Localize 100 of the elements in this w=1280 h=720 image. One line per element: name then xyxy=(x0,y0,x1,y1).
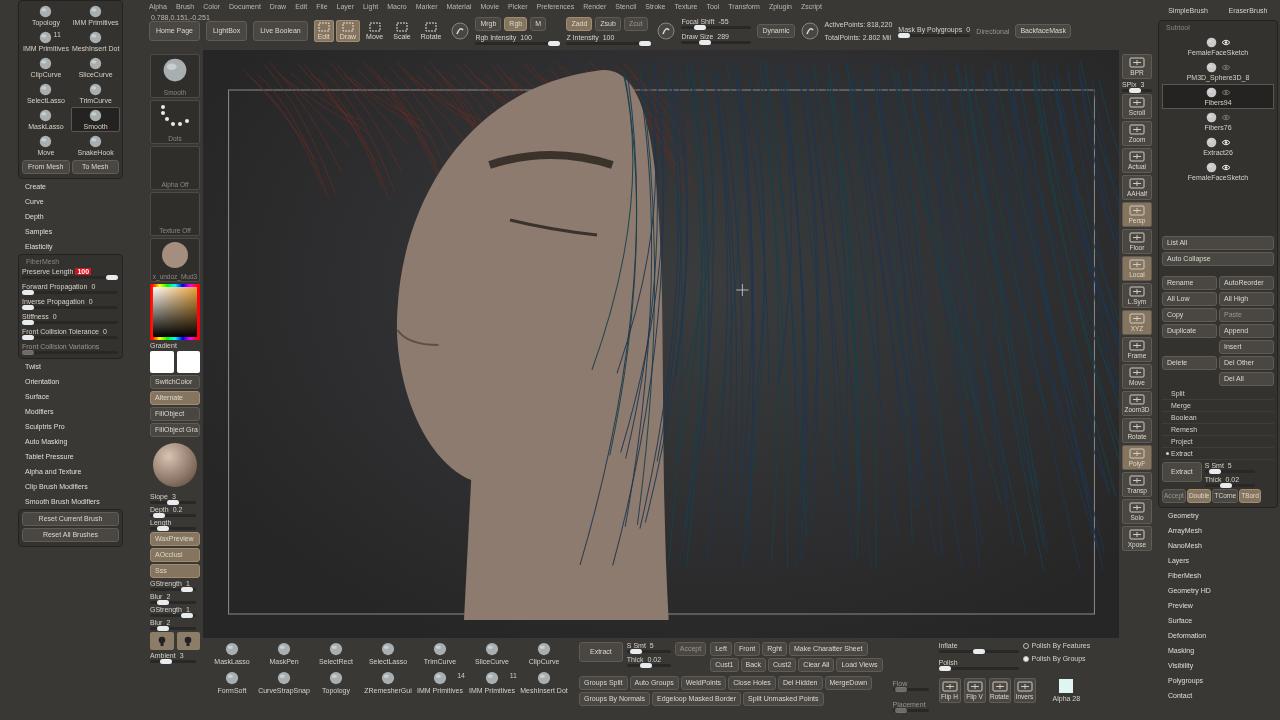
brush-blob-icon xyxy=(225,642,239,656)
slider-thumb[interactable] xyxy=(167,500,179,506)
brush-blob-icon xyxy=(1205,137,1217,148)
brush-blob-icon xyxy=(1205,62,1217,73)
transform-mode-icon xyxy=(368,22,381,32)
slider-thumb[interactable] xyxy=(630,649,642,654)
slider-thumb[interactable] xyxy=(938,666,951,671)
brush-blob-icon xyxy=(89,83,103,96)
brush-blob-icon xyxy=(1205,162,1217,173)
slider-thumb[interactable] xyxy=(156,526,169,532)
brush-blob-icon xyxy=(1205,112,1217,123)
viewport-tool-icon xyxy=(991,681,1008,692)
brush-blob-icon xyxy=(433,642,447,656)
transform-mode-icon xyxy=(317,22,330,32)
slider-track[interactable] xyxy=(150,627,196,631)
viewport-tool-icon xyxy=(1129,205,1145,216)
viewport-tool-icon xyxy=(1129,178,1145,189)
slider-thumb[interactable] xyxy=(22,290,34,296)
brush-blob-icon xyxy=(1205,87,1217,98)
crosshair-cursor-icon xyxy=(735,283,749,297)
slider-thumb[interactable] xyxy=(694,25,707,30)
color-picker[interactable] xyxy=(150,284,200,340)
brush-blob-icon xyxy=(39,135,53,148)
slider-thumb[interactable] xyxy=(22,320,34,326)
brush-blob-icon xyxy=(89,5,103,18)
brush-blob-icon xyxy=(39,83,53,96)
brush-blob-icon xyxy=(537,671,551,685)
slider-thumb[interactable] xyxy=(180,587,193,593)
transform-mode-icon xyxy=(396,22,408,32)
slider-thumb[interactable] xyxy=(898,32,911,38)
brush-blob-icon xyxy=(89,31,103,44)
viewport-tool-icon xyxy=(941,681,958,692)
viewport-tool-icon xyxy=(1129,313,1145,324)
light-bulb-icon xyxy=(184,635,193,647)
brush-blob-icon xyxy=(381,642,395,656)
viewport-canvas[interactable] xyxy=(203,50,1119,638)
focal-shift-icon xyxy=(657,22,676,40)
slider-thumb[interactable] xyxy=(153,513,166,519)
viewport-tool-icon xyxy=(1129,286,1145,297)
viewport-tool-icon xyxy=(1129,97,1145,108)
brush-blob-icon xyxy=(329,671,343,685)
slider-thumb[interactable] xyxy=(548,41,561,46)
option-checkbox[interactable] xyxy=(1022,655,1029,662)
draw-size-icon xyxy=(800,22,819,40)
material-ball-icon xyxy=(161,241,189,269)
viewport-tool-icon xyxy=(1016,681,1033,692)
viewport-tool-icon xyxy=(1129,259,1145,270)
viewport-tool-icon xyxy=(1129,340,1145,351)
slider-thumb[interactable] xyxy=(22,305,34,311)
slider-thumb[interactable] xyxy=(1220,483,1232,489)
slider-thumb[interactable] xyxy=(1208,469,1221,475)
viewport-tool-icon xyxy=(966,681,983,692)
brush-blob-icon xyxy=(381,671,395,685)
slider-thumb[interactable] xyxy=(180,613,193,619)
slider-thumb[interactable] xyxy=(639,41,652,46)
brush-blob-icon xyxy=(39,5,53,18)
brush-blob-icon xyxy=(485,642,499,656)
viewport-tool-icon xyxy=(1129,151,1145,162)
slider-thumb[interactable] xyxy=(698,40,711,45)
slider-track[interactable] xyxy=(892,688,929,691)
slider-track[interactable] xyxy=(892,709,929,712)
material-preview-sphere[interactable] xyxy=(153,443,197,488)
slider-track[interactable] xyxy=(150,527,196,531)
brush-blob-icon xyxy=(433,671,447,685)
alpha-swatch[interactable] xyxy=(1059,679,1074,693)
slider-thumb[interactable] xyxy=(156,626,169,632)
slider-track[interactable] xyxy=(22,276,118,280)
viewport-tool-icon xyxy=(1129,232,1145,243)
brush-blob-icon xyxy=(39,109,53,122)
viewport-tool-icon xyxy=(1129,421,1145,432)
slider-thumb[interactable] xyxy=(22,335,34,341)
viewport-tool-icon xyxy=(1129,448,1145,459)
color-swatch[interactable] xyxy=(176,351,200,373)
slider-thumb[interactable] xyxy=(156,600,169,606)
light-button[interactable] xyxy=(176,632,200,651)
viewport-tool-icon xyxy=(1129,124,1145,135)
viewport-tool-icon xyxy=(1129,394,1145,405)
slider-thumb[interactable] xyxy=(1129,88,1142,93)
light-button[interactable] xyxy=(150,632,174,651)
brush-blob-icon xyxy=(89,57,103,70)
brush-blob-icon xyxy=(277,671,291,685)
brush-blob-icon xyxy=(329,642,343,656)
brush-blob-icon xyxy=(162,57,188,83)
brush-blob-icon xyxy=(89,109,103,122)
brush-blob-icon xyxy=(39,31,53,44)
transform-mode-icon xyxy=(425,22,438,32)
viewport-tool-icon xyxy=(1129,57,1145,68)
brush-blob-icon xyxy=(485,671,499,685)
slider-thumb[interactable] xyxy=(106,275,118,281)
slider-track[interactable] xyxy=(1122,89,1152,92)
slider-track[interactable] xyxy=(1204,484,1255,488)
viewport-tool-icon xyxy=(1129,502,1145,513)
viewport-tool-icon xyxy=(1129,529,1145,540)
slider-thumb[interactable] xyxy=(160,659,173,665)
viewport-tool-icon xyxy=(1129,475,1145,486)
color-swatch[interactable] xyxy=(150,351,174,373)
slider-thumb[interactable] xyxy=(972,649,985,654)
brush-blob-icon xyxy=(277,642,291,656)
slider-thumb[interactable] xyxy=(639,663,652,668)
material-sphere-icon xyxy=(451,22,470,40)
